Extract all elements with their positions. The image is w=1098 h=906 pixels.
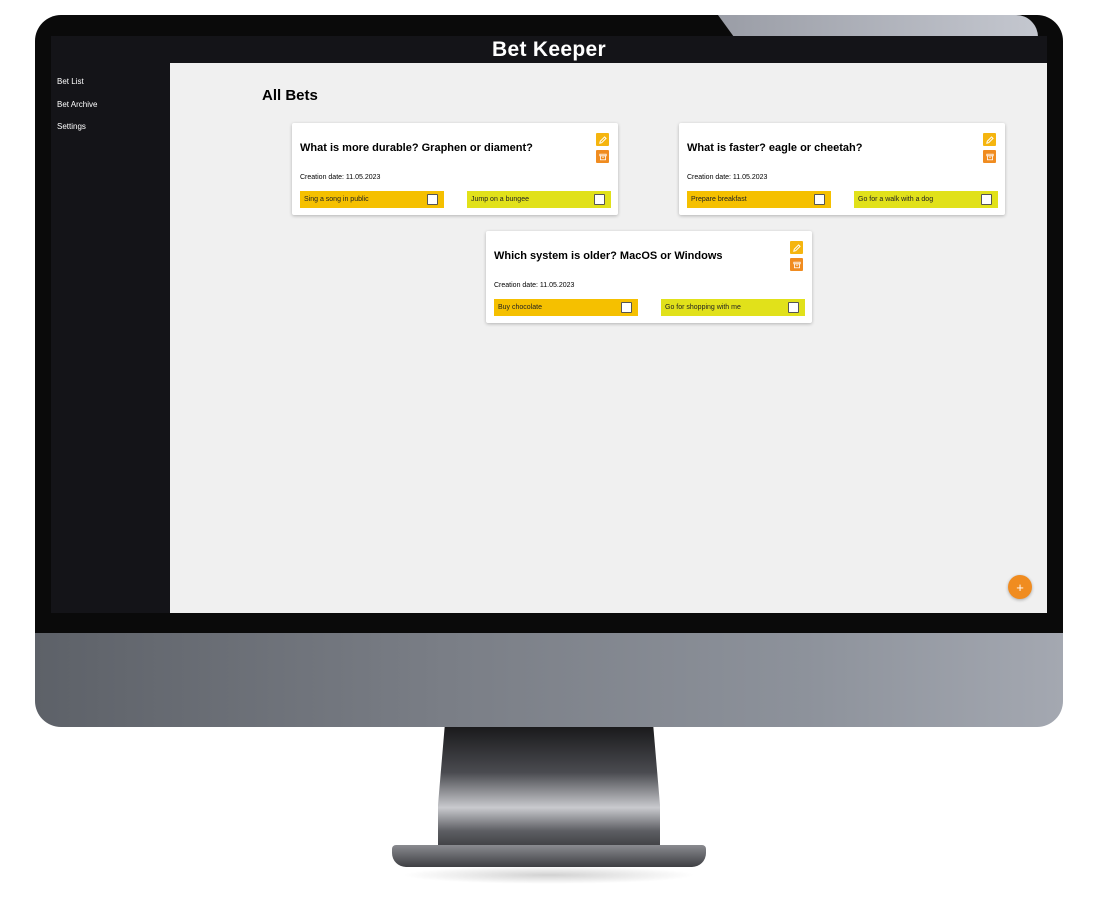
sidebar: Bet List Bet Archive Settings [51, 63, 170, 613]
monitor-stand-neck [438, 727, 660, 857]
archive-box-icon [985, 153, 994, 160]
bet-card: What is faster? eagle or cheetah? Creati… [679, 123, 1005, 215]
bet-option-checkbox[interactable] [427, 194, 438, 205]
edit-bet-button[interactable] [790, 241, 803, 254]
pencil-icon [792, 243, 801, 252]
bet-option-label: Prepare breakfast [691, 196, 747, 203]
creation-date: Creation date: 11.05.2023 [494, 282, 575, 289]
monitor-stand-base [392, 845, 706, 867]
bet-option-label: Buy chocolate [498, 304, 542, 311]
archive-bet-button[interactable] [596, 150, 609, 163]
monitor-chin [35, 633, 1063, 727]
creation-date: Creation date: 11.05.2023 [300, 174, 381, 181]
monitor-shadow [402, 866, 696, 884]
bet-card: Which system is older? MacOS or Windows … [486, 231, 812, 323]
pencil-icon [985, 135, 994, 144]
bet-card: What is more durable? Graphen or diament… [292, 123, 618, 215]
monitor-glare [718, 15, 1038, 37]
bet-option[interactable]: Go for shopping with me [661, 299, 805, 316]
edit-bet-button[interactable] [596, 133, 609, 146]
bet-option-label: Go for a walk with a dog [858, 196, 934, 203]
bet-option-checkbox[interactable] [788, 302, 799, 313]
archive-bet-button[interactable] [983, 150, 996, 163]
bet-option-label: Jump on a bungee [471, 196, 529, 203]
bet-option[interactable]: Prepare breakfast [687, 191, 831, 208]
creation-date: Creation date: 11.05.2023 [687, 174, 768, 181]
page-title: All Bets [262, 87, 318, 104]
bet-option[interactable]: Jump on a bungee [467, 191, 611, 208]
app-title: Bet Keeper [492, 37, 606, 61]
archive-box-icon [598, 153, 607, 160]
bet-option-label: Sing a song in public [304, 196, 369, 203]
bet-option[interactable]: Sing a song in public [300, 191, 444, 208]
sidebar-item-bet-list[interactable]: Bet List [57, 77, 84, 86]
bet-question: What is faster? eagle or cheetah? [687, 142, 863, 154]
bet-question: What is more durable? Graphen or diament… [300, 142, 533, 154]
add-bet-button[interactable]: + [1008, 575, 1032, 599]
app-header: Bet Keeper [51, 36, 1047, 63]
bet-option[interactable]: Buy chocolate [494, 299, 638, 316]
bet-option-checkbox[interactable] [594, 194, 605, 205]
bet-option[interactable]: Go for a walk with a dog [854, 191, 998, 208]
bet-question: Which system is older? MacOS or Windows [494, 250, 723, 262]
bet-option-checkbox[interactable] [621, 302, 632, 313]
archive-bet-button[interactable] [790, 258, 803, 271]
edit-bet-button[interactable] [983, 133, 996, 146]
archive-box-icon [792, 261, 801, 268]
pencil-icon [598, 135, 607, 144]
bet-option-label: Go for shopping with me [665, 304, 741, 311]
sidebar-item-settings[interactable]: Settings [57, 122, 86, 131]
sidebar-item-bet-archive[interactable]: Bet Archive [57, 100, 97, 109]
app-screen: Bet Keeper Bet List Bet Archive Settings… [51, 36, 1047, 613]
plus-icon: + [1016, 579, 1024, 595]
bet-option-checkbox[interactable] [981, 194, 992, 205]
bet-option-checkbox[interactable] [814, 194, 825, 205]
